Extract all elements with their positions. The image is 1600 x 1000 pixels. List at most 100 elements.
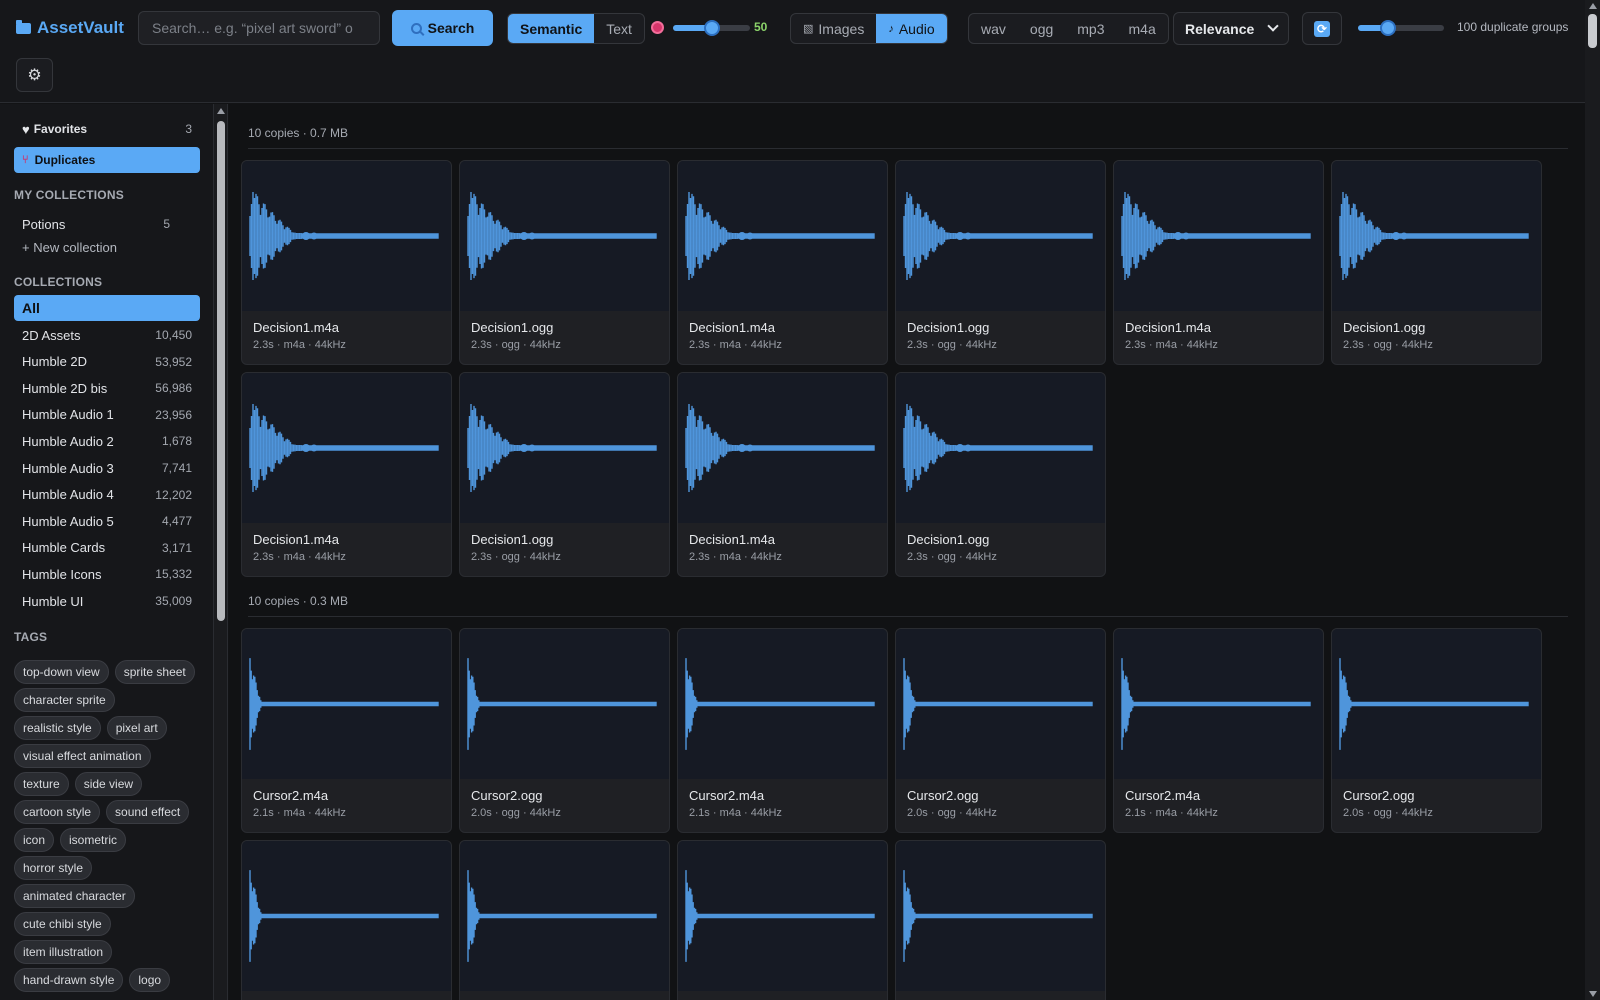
tag-chip[interactable]: logo bbox=[129, 968, 171, 992]
waveform-preview[interactable] bbox=[678, 841, 887, 991]
media-images[interactable]: ▧ Images bbox=[791, 14, 876, 43]
audio-asset-card[interactable]: Decision1.ogg 2.3s · ogg · 44kHz bbox=[459, 160, 670, 365]
waveform-preview[interactable] bbox=[1114, 161, 1323, 311]
sidebar-item-collection[interactable]: Humble 2D 53,952 bbox=[14, 349, 200, 375]
sidebar-item-collection[interactable]: Humble Audio 4 12,202 bbox=[14, 482, 200, 508]
waveform-preview[interactable] bbox=[678, 629, 887, 779]
sidebar-item-collection[interactable]: Humble Audio 2 1,678 bbox=[14, 428, 200, 454]
tag-chip[interactable]: realistic style bbox=[14, 716, 101, 740]
format-ogg[interactable]: ogg bbox=[1018, 14, 1065, 43]
waveform-preview[interactable] bbox=[678, 161, 887, 311]
sidebar-item-collection[interactable]: Humble Icons 15,332 bbox=[14, 561, 200, 587]
tag-chip[interactable]: character sprite bbox=[14, 688, 115, 712]
sidebar-item-collection[interactable]: Humble Cards 3,171 bbox=[14, 535, 200, 561]
app-logo[interactable]: AssetVault bbox=[16, 18, 124, 38]
mode-text[interactable]: Text bbox=[594, 14, 644, 43]
waveform-preview[interactable] bbox=[242, 373, 451, 523]
waveform-icon bbox=[1121, 658, 1311, 750]
audio-asset-card[interactable]: Decision1.ogg 2.3s · ogg · 44kHz bbox=[895, 372, 1106, 577]
similarity-slider[interactable] bbox=[673, 20, 750, 36]
audio-asset-card[interactable]: Decision1.m4a 2.3s · m4a · 44kHz bbox=[677, 160, 888, 365]
audio-asset-card[interactable] bbox=[459, 840, 670, 1000]
audio-asset-card[interactable]: Decision1.m4a 2.3s · m4a · 44kHz bbox=[1113, 160, 1324, 365]
tag-chip[interactable]: isometric bbox=[60, 828, 127, 852]
mode-semantic[interactable]: Semantic bbox=[508, 14, 595, 43]
audio-asset-card[interactable]: Decision1.m4a 2.3s · m4a · 44kHz bbox=[241, 372, 452, 577]
format-m4a[interactable]: m4a bbox=[1117, 14, 1168, 43]
tag-chip[interactable]: animated character bbox=[14, 884, 135, 908]
sort-select[interactable]: Relevance bbox=[1173, 12, 1289, 45]
refresh-button[interactable]: ⟳ bbox=[1302, 12, 1342, 45]
audio-asset-card[interactable]: Decision1.ogg 2.3s · ogg · 44kHz bbox=[1331, 160, 1542, 365]
sidebar-scroll-up-icon[interactable] bbox=[217, 108, 225, 114]
sidebar-item-collection[interactable]: 2D Assets 10,450 bbox=[14, 322, 200, 348]
waveform-preview[interactable] bbox=[460, 841, 669, 991]
sidebar-item-collection[interactable]: Humble 2D bis 56,986 bbox=[14, 375, 200, 401]
search-input[interactable] bbox=[138, 11, 380, 45]
audio-asset-card[interactable]: Decision1.ogg 2.3s · ogg · 44kHz bbox=[895, 160, 1106, 365]
audio-asset-card[interactable]: Cursor2.m4a 2.1s · m4a · 44kHz bbox=[677, 628, 888, 833]
tag-chip[interactable]: horror style bbox=[14, 856, 93, 880]
waveform-preview[interactable] bbox=[896, 841, 1105, 991]
tag-chip[interactable]: icon bbox=[14, 828, 55, 852]
sidebar-item-collection[interactable]: Humble Audio 1 23,956 bbox=[14, 402, 200, 428]
tag-chip[interactable]: cartoon style bbox=[14, 800, 101, 824]
audio-asset-card[interactable]: Cursor2.ogg 2.0s · ogg · 44kHz bbox=[459, 628, 670, 833]
search-button[interactable]: Search bbox=[392, 10, 493, 46]
scroll-down-icon[interactable] bbox=[1589, 991, 1597, 997]
waveform-preview[interactable] bbox=[242, 161, 451, 311]
audio-asset-card[interactable] bbox=[241, 840, 452, 1000]
waveform-preview[interactable] bbox=[678, 373, 887, 523]
sidebar-item-duplicates[interactable]: ⑂ Duplicates bbox=[14, 147, 200, 173]
waveform-preview[interactable] bbox=[460, 629, 669, 779]
sidebar-item-collection[interactable]: Humble Audio 5 4,477 bbox=[14, 508, 200, 534]
new-collection-button[interactable]: + New collection bbox=[22, 240, 117, 255]
sidebar-item-potions[interactable]: Potions 5 bbox=[14, 211, 200, 237]
tag-chip[interactable]: sound effect bbox=[106, 800, 190, 824]
tag-chip[interactable]: top-down view bbox=[14, 660, 109, 684]
sidebar-item-collection[interactable]: Humble UI 35,009 bbox=[14, 588, 200, 614]
waveform-preview[interactable] bbox=[1114, 629, 1323, 779]
waveform-preview[interactable] bbox=[1332, 161, 1541, 311]
audio-asset-card[interactable]: Decision1.ogg 2.3s · ogg · 44kHz bbox=[459, 372, 670, 577]
audio-asset-card[interactable]: Decision1.m4a 2.3s · m4a · 44kHz bbox=[241, 160, 452, 365]
tag-chip[interactable]: pixel art bbox=[106, 716, 167, 740]
waveform-preview[interactable] bbox=[896, 629, 1105, 779]
page-scrollbar[interactable] bbox=[1585, 0, 1600, 1000]
sidebar-scrollbar[interactable] bbox=[214, 104, 228, 1000]
format-wav[interactable]: wav bbox=[969, 14, 1018, 43]
waveform-preview[interactable] bbox=[896, 161, 1105, 311]
format-mp3[interactable]: mp3 bbox=[1065, 14, 1116, 43]
tag-chip[interactable]: texture bbox=[14, 772, 69, 796]
tag-chip[interactable]: cute chibi style bbox=[14, 912, 111, 936]
sidebar-item-collection[interactable]: All bbox=[14, 295, 200, 321]
waveform-preview[interactable] bbox=[896, 373, 1105, 523]
audio-asset-card[interactable]: Cursor2.ogg 2.0s · ogg · 44kHz bbox=[895, 628, 1106, 833]
audio-asset-card[interactable] bbox=[677, 840, 888, 1000]
waveform-preview[interactable] bbox=[460, 161, 669, 311]
audio-asset-card[interactable]: Cursor2.ogg 2.0s · ogg · 44kHz bbox=[1331, 628, 1542, 833]
audio-asset-card[interactable]: Decision1.m4a 2.3s · m4a · 44kHz bbox=[677, 372, 888, 577]
tag-chip[interactable]: item illustration bbox=[14, 940, 113, 964]
sidebar-scrollbar-thumb[interactable] bbox=[217, 121, 225, 621]
media-audio[interactable]: ♪ Audio bbox=[876, 14, 947, 43]
audio-asset-card[interactable]: Cursor2.m4a 2.1s · m4a · 44kHz bbox=[241, 628, 452, 833]
audio-asset-card[interactable]: Cursor2.m4a 2.1s · m4a · 44kHz bbox=[1113, 628, 1324, 833]
tag-chip[interactable]: hand-drawn style bbox=[14, 968, 124, 992]
waveform-preview[interactable] bbox=[242, 629, 451, 779]
duplicate-groups-slider[interactable] bbox=[1358, 20, 1444, 36]
sidebar-item-collection[interactable]: Humble Audio 3 7,741 bbox=[14, 455, 200, 481]
waveform-preview[interactable] bbox=[460, 373, 669, 523]
tag-chip[interactable]: visual effect animation bbox=[14, 744, 151, 768]
sidebar-item-favorites[interactable]: ♥ Favorites 3 bbox=[14, 116, 200, 142]
tag-chip[interactable]: sprite sheet bbox=[114, 660, 195, 684]
page-scrollbar-thumb[interactable] bbox=[1588, 14, 1597, 48]
tag-chip[interactable]: side view bbox=[74, 772, 143, 796]
similarity-slider-knob[interactable] bbox=[703, 20, 720, 36]
waveform-preview[interactable] bbox=[242, 841, 451, 991]
audio-asset-card[interactable] bbox=[895, 840, 1106, 1000]
duplicate-slider-knob[interactable] bbox=[1380, 20, 1397, 36]
scroll-up-icon[interactable] bbox=[1589, 3, 1597, 9]
settings-button[interactable]: ⚙ bbox=[16, 58, 53, 92]
waveform-preview[interactable] bbox=[1332, 629, 1541, 779]
